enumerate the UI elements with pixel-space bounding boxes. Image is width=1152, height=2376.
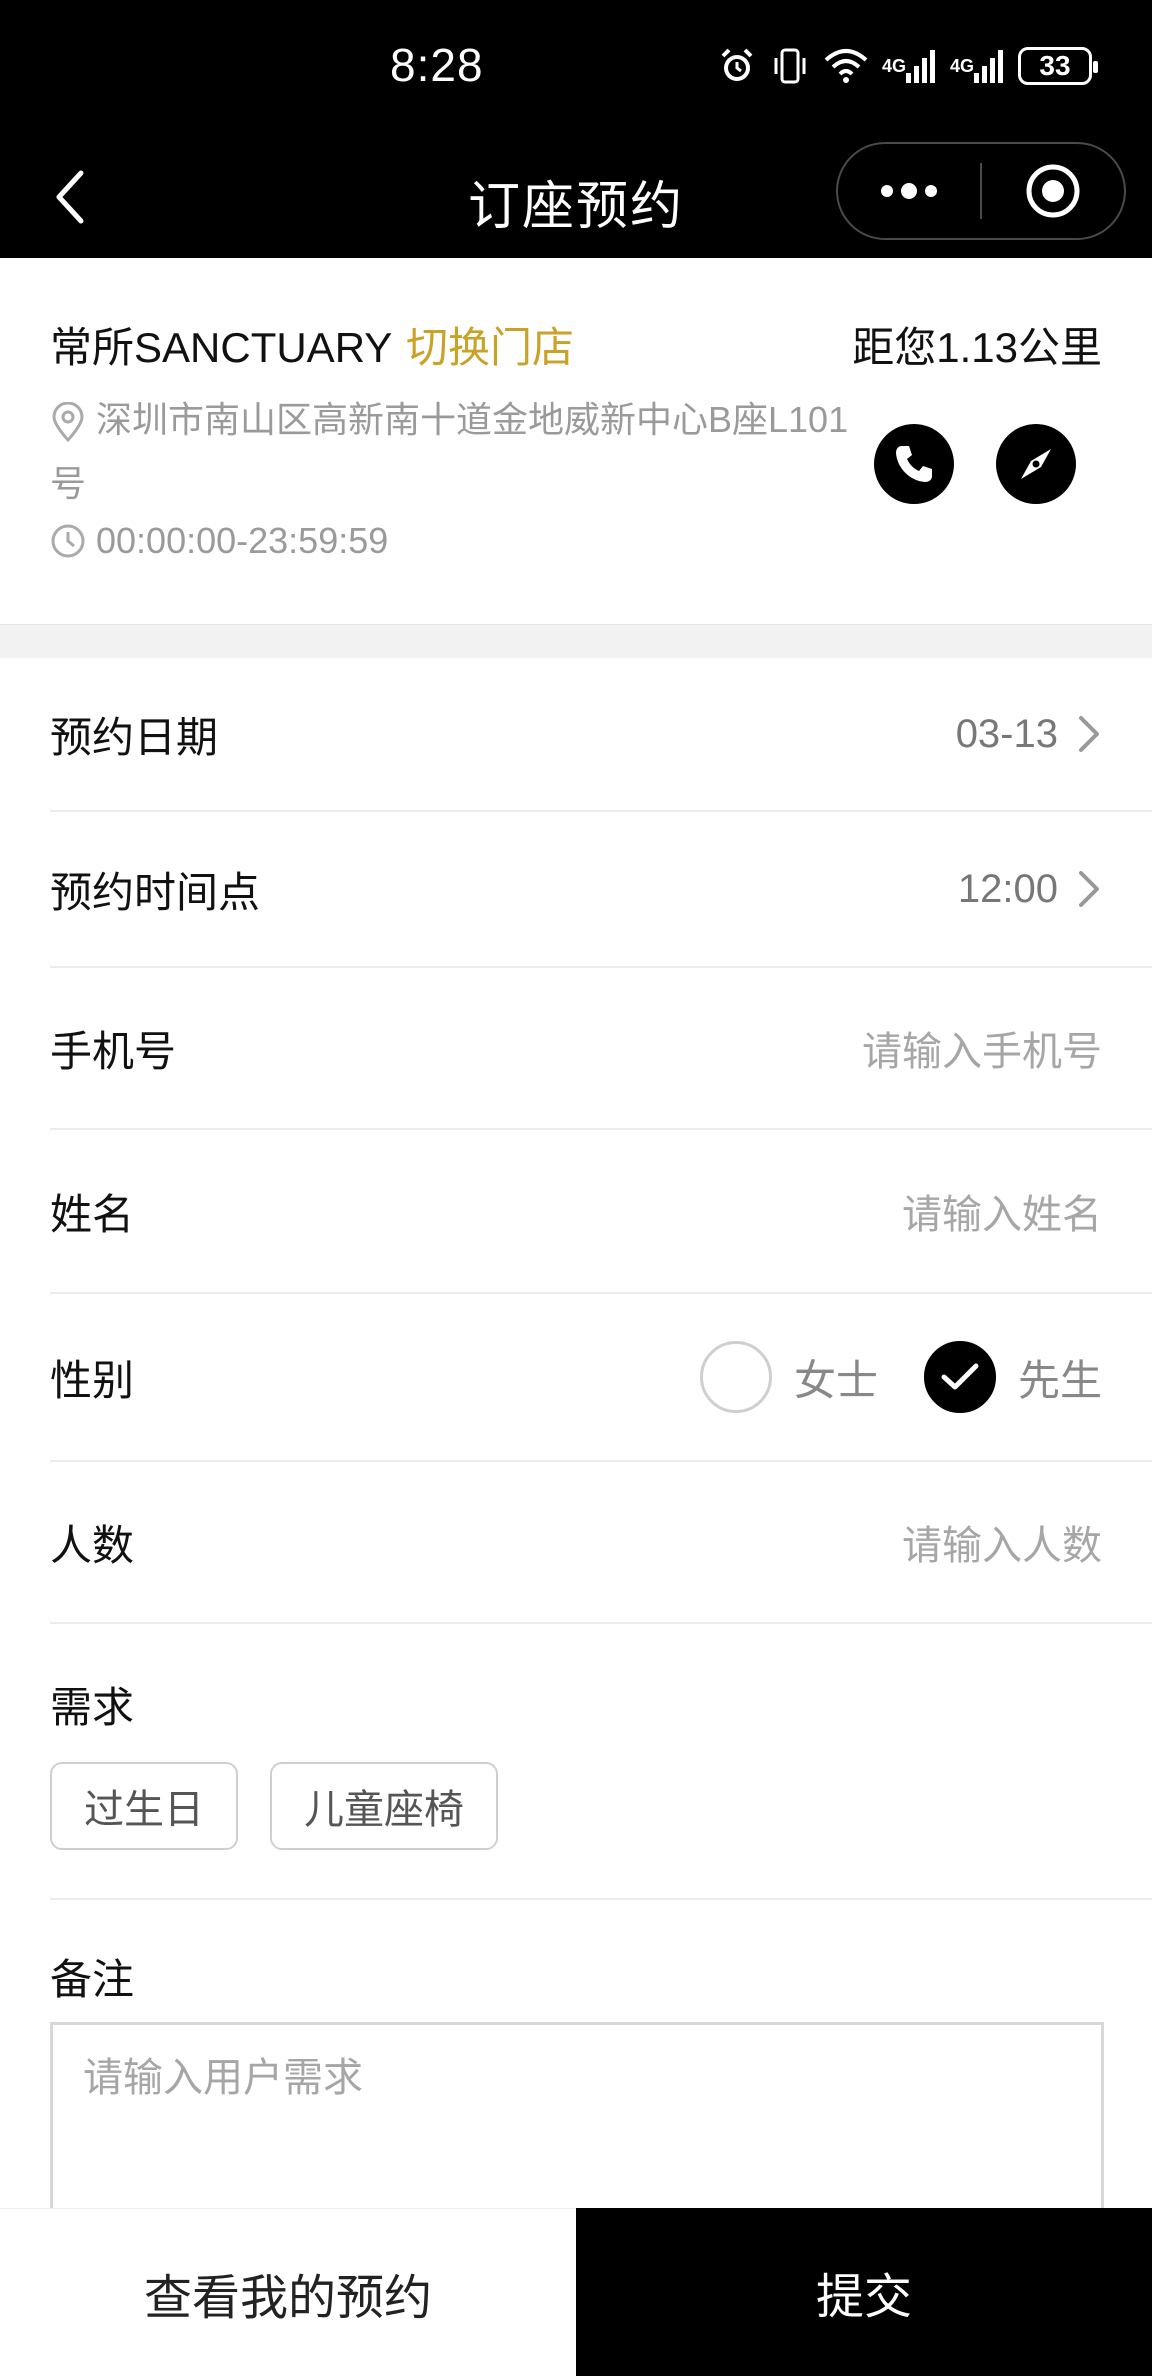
phone-label: 手机号 (50, 1027, 177, 1075)
more-button[interactable] (838, 144, 980, 238)
reservation-time-label: 预约时间点 (50, 868, 261, 916)
reservation-date-value: 03-13 (955, 711, 1058, 756)
name-row: 姓名 请输入姓名 (50, 1130, 1152, 1294)
needs-label: 需求 (50, 1684, 135, 1731)
location-pin-icon (52, 402, 84, 443)
store-name: 常所SANCTUARY (50, 324, 393, 371)
gender-option-female-label: 女士 (793, 1356, 878, 1404)
navigate-button[interactable] (996, 424, 1076, 504)
gender-option-male[interactable]: 先生 (923, 1341, 1102, 1413)
name-label: 姓名 (50, 1190, 135, 1238)
reservation-date-value-wrap: 03-13 (956, 712, 1102, 757)
phone-icon (896, 446, 932, 482)
needs-tags: 过生日 儿童座椅 (50, 1762, 498, 1850)
tag-birthday[interactable]: 过生日 (50, 1762, 238, 1850)
gender-row: 性别 女士 先生 (50, 1294, 1152, 1462)
compass-icon (1021, 449, 1051, 479)
battery-icon: 33 (1018, 47, 1098, 85)
people-label: 人数 (50, 1521, 135, 1569)
reservation-date-row[interactable]: 预约日期 03-13 (50, 658, 1152, 812)
people-input[interactable]: 请输入人数 (902, 1513, 1102, 1571)
reservation-time-row[interactable]: 预约时间点 12:00 (50, 812, 1152, 968)
phone-input[interactable]: 请输入手机号 (862, 1019, 1102, 1077)
close-mini-program-button[interactable] (982, 144, 1124, 238)
chevron-right-icon (1079, 716, 1099, 752)
wifi-icon (824, 48, 868, 84)
tag-child-seat[interactable]: 儿童座椅 (270, 1762, 498, 1850)
name-input[interactable]: 请输入姓名 (902, 1182, 1102, 1240)
my-reservations-button[interactable]: 查看我的预约 (0, 2208, 576, 2376)
phone-row: 手机号 请输入手机号 (50, 968, 1152, 1130)
clock-icon (51, 524, 85, 558)
alarm-icon (718, 47, 756, 85)
store-address: 深圳市南山区高新南十道金地威新中心B座L101号 (50, 388, 860, 516)
section-divider (0, 624, 1152, 658)
gender-option-male-label: 先生 (1017, 1356, 1102, 1404)
remark-label: 备注 (50, 1956, 135, 2003)
gender-options: 女士 先生 (699, 1341, 1102, 1413)
status-icons: 4G 4G 33 (718, 44, 1098, 88)
call-store-button[interactable] (874, 424, 954, 504)
store-hours: 00:00:00-23:59:59 (50, 520, 388, 562)
target-circle-icon (1026, 164, 1080, 218)
nav-bar: 订座预约 (0, 136, 1152, 258)
signal-4g-icon-2: 4G (950, 49, 1004, 83)
checkmark-icon (941, 1363, 979, 1390)
people-row: 人数 请输入人数 (50, 1462, 1152, 1624)
more-dots-icon (881, 183, 937, 199)
store-info: 常所SANCTUARY 切换门店 距您1.13公里 深圳市南山区高新南十道金地威… (0, 258, 1152, 624)
signal-4g-icon: 4G (882, 49, 936, 83)
store-address-text: 深圳市南山区高新南十道金地威新中心B座L101号 (50, 399, 849, 504)
radio-unchecked-icon (699, 1341, 772, 1413)
switch-store-link[interactable]: 切换门店 (406, 314, 574, 375)
reservation-date-label: 预约日期 (50, 713, 219, 761)
radio-checked-icon (923, 1341, 996, 1413)
gender-label: 性别 (50, 1356, 135, 1404)
status-bar: 8:28 4G 4G 33 (0, 0, 1152, 136)
chevron-right-icon (1079, 871, 1099, 907)
store-hours-text: 00:00:00-23:59:59 (96, 520, 389, 561)
bottom-action-bar: 查看我的预约 提交 (0, 2208, 1152, 2376)
remark-placeholder: 请输入用户需求 (83, 2056, 363, 2100)
reservation-time-value: 12:00 (957, 866, 1058, 911)
gender-option-female[interactable]: 女士 (699, 1341, 878, 1413)
submit-button[interactable]: 提交 (576, 2208, 1152, 2376)
status-time: 8:28 (390, 39, 484, 91)
reservation-time-value-wrap: 12:00 (958, 867, 1102, 912)
vibrate-icon (770, 46, 810, 86)
store-distance: 距您1.13公里 (852, 324, 1102, 371)
mini-program-capsule (836, 142, 1126, 240)
